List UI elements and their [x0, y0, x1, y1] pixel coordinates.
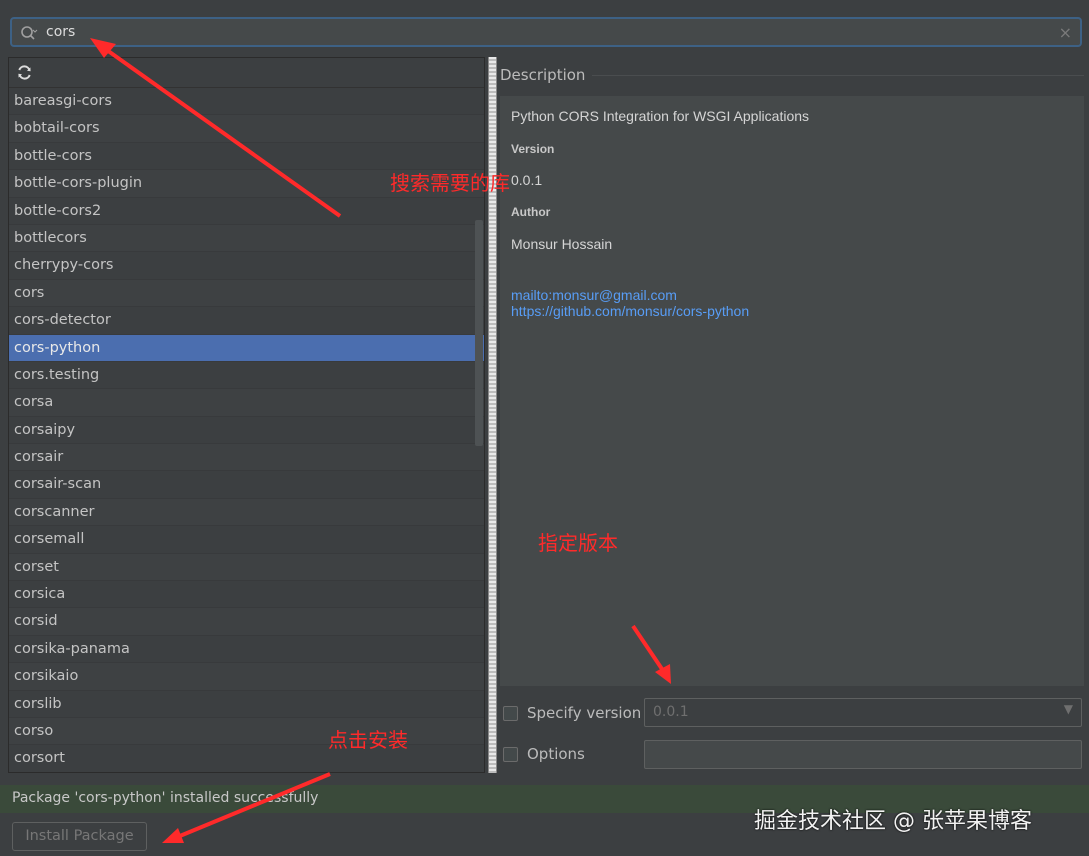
arrow-to-install-head: [162, 828, 184, 843]
search-input[interactable]: [46, 19, 1046, 45]
package-list-item[interactable]: corso: [9, 717, 484, 746]
package-list-item[interactable]: corslib: [9, 691, 484, 718]
email-link[interactable]: mailto:monsur@gmail.com: [511, 287, 677, 303]
version-dropdown[interactable]: 0.0.1 ▼: [644, 698, 1082, 727]
search-annotation: 搜索需要的库: [390, 171, 510, 195]
version-annotation: 指定版本: [538, 531, 618, 555]
specify-version-checkbox[interactable]: [503, 706, 518, 721]
description-divider: [592, 75, 1084, 76]
install-annotation: 点击安装: [328, 728, 408, 752]
package-list-item[interactable]: cors-python: [9, 334, 484, 362]
package-list-item[interactable]: corsika-panama: [9, 636, 484, 664]
options-label: Options: [527, 745, 585, 763]
package-list-item[interactable]: corsaipy: [9, 417, 484, 445]
package-list-panel: bareasgi-cors bobtail-cors bottle-cors bott…: [8, 57, 485, 773]
options-input[interactable]: [644, 740, 1082, 769]
install-package-button[interactable]: Install Package: [12, 822, 147, 851]
package-list-item[interactable]: corsid: [9, 608, 484, 636]
package-list-item[interactable]: bottlecors: [9, 224, 484, 253]
package-list-item[interactable]: corsica: [9, 581, 484, 609]
package-list-item[interactable]: corsemall: [9, 526, 484, 554]
package-list-item[interactable]: cors-detector: [9, 307, 484, 335]
list-toolbar: [9, 58, 484, 88]
version-value: 0.0.1: [511, 172, 543, 188]
clear-icon[interactable]: ×: [1059, 23, 1072, 42]
package-list-item[interactable]: cherrypy-cors: [9, 252, 484, 280]
search-icon: [21, 26, 38, 40]
author-name: Monsur Hossain: [511, 236, 613, 252]
search-box[interactable]: ×: [10, 17, 1082, 47]
status-message: Package 'cors-python' installed successf…: [12, 790, 319, 806]
package-list-item[interactable]: bottle-cors2: [9, 198, 484, 225]
package-list-item[interactable]: bobtail-cors: [9, 115, 484, 143]
refresh-icon[interactable]: [16, 64, 33, 81]
description-panel: Python CORS Integration for WSGI Applica…: [500, 96, 1084, 686]
chevron-down-icon: ▼: [1063, 702, 1073, 716]
homepage-link[interactable]: https://github.com/monsur/cors-python: [511, 303, 749, 319]
package-list-item[interactable]: cors.testing: [9, 362, 484, 390]
watermark: 掘金技术社区 @ 张苹果博客: [754, 809, 1032, 834]
author-label: Author: [511, 205, 551, 219]
package-list-item[interactable]: corsort: [9, 745, 484, 772]
package-summary: Python CORS Integration for WSGI Applica…: [511, 108, 810, 124]
options-checkbox[interactable]: [503, 747, 518, 762]
list-scrollbar[interactable]: [475, 220, 483, 446]
package-list-item[interactable]: cors: [9, 279, 484, 308]
description-heading: Description: [500, 66, 586, 84]
specify-version-label: Specify version: [527, 704, 642, 722]
package-list-item[interactable]: corsikaio: [9, 663, 484, 691]
package-list-item[interactable]: corsair-scan: [9, 471, 484, 499]
panel-splitter[interactable]: [488, 57, 497, 773]
package-list-item[interactable]: bareasgi-cors: [9, 88, 484, 116]
package-list-item[interactable]: corset: [9, 553, 484, 582]
package-list-item[interactable]: corsa: [9, 389, 484, 417]
version-label: Version: [511, 142, 555, 156]
version-dropdown-value: 0.0.1: [653, 704, 689, 720]
package-list-item[interactable]: corsair: [9, 444, 484, 472]
package-list-item[interactable]: corscanner: [9, 498, 484, 527]
